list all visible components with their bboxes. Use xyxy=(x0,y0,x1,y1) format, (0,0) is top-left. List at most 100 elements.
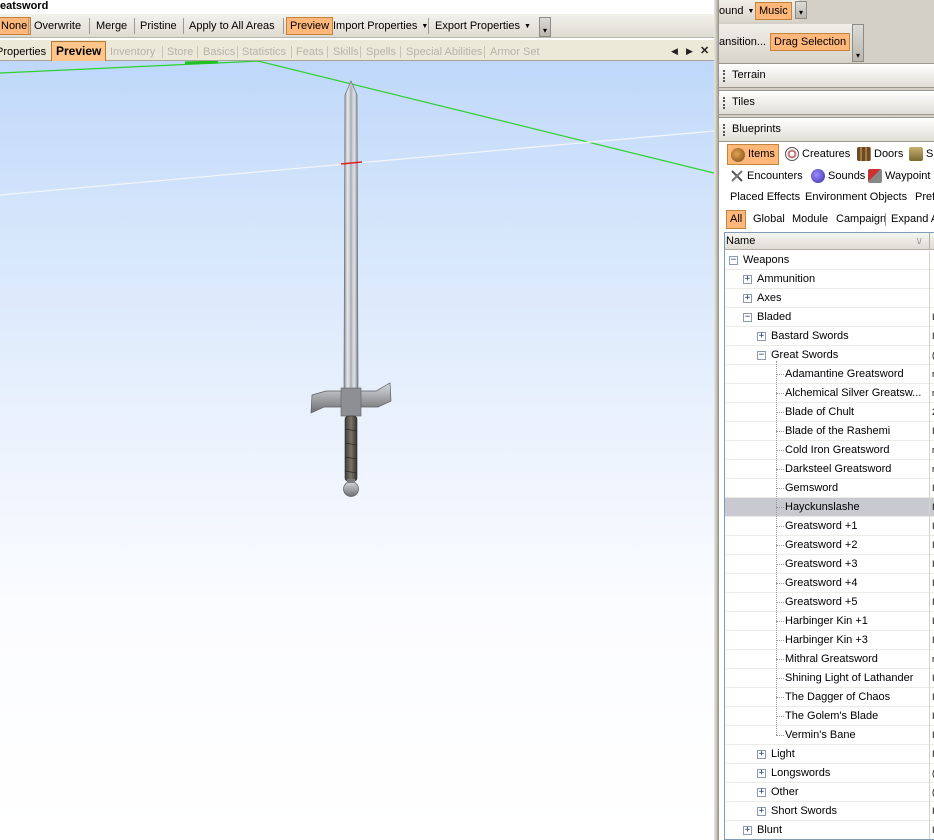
none-button[interactable]: None xyxy=(0,17,32,35)
su-blueprint-button[interactable]: SU xyxy=(906,144,934,165)
tab-store[interactable]: Store xyxy=(167,43,193,61)
tree-row[interactable]: +Short SwordsI xyxy=(725,802,934,821)
drag-selection-button[interactable]: Drag Selection xyxy=(770,33,851,51)
transition-button[interactable]: ansition... xyxy=(719,33,769,51)
placed-effects-blueprint-button[interactable]: Placed Effects xyxy=(727,187,803,208)
merge-button[interactable]: Merge xyxy=(93,17,130,35)
tab-inventory[interactable]: Inventory xyxy=(110,43,155,61)
tab-basics[interactable]: Basics xyxy=(203,43,235,61)
tab-scroll-left-icon[interactable]: ◀ xyxy=(671,44,678,58)
encounters-blueprint-button[interactable]: Encounters xyxy=(727,166,806,187)
tree-row[interactable]: Greatsword +4I xyxy=(725,574,934,593)
terrain-section-header[interactable]: Terrain xyxy=(719,63,934,88)
filter-campaign-button[interactable]: Campaign xyxy=(833,210,889,229)
expand-all-button[interactable]: Expand A xyxy=(888,210,934,229)
tree-row[interactable]: Darksteel Greatswordr xyxy=(725,460,934,479)
column-separator xyxy=(929,688,930,707)
tab-feats[interactable]: Feats xyxy=(296,43,324,61)
tab-preview[interactable]: Preview xyxy=(51,41,107,61)
column-separator[interactable] xyxy=(929,233,930,250)
tree-row[interactable]: Greatsword +5I xyxy=(725,593,934,612)
filter-global-button[interactable]: Global xyxy=(750,210,788,229)
close-tab-icon[interactable]: ✕ xyxy=(700,44,709,58)
waypoint-blueprint-button[interactable]: Waypoint xyxy=(865,166,933,187)
tree-row[interactable]: +Longswords( xyxy=(725,764,934,783)
tree-row[interactable]: Alchemical Silver Greatsw...r xyxy=(725,384,934,403)
expand-icon[interactable]: + xyxy=(757,769,766,778)
name-column-header[interactable]: Name xyxy=(726,233,755,250)
tree-row[interactable]: −Great Swords( xyxy=(725,346,934,365)
tab-statistics[interactable]: Statistics xyxy=(242,43,286,61)
expand-icon[interactable]: + xyxy=(757,332,766,341)
filter-all-button[interactable]: All xyxy=(726,210,747,229)
tree-row[interactable]: Vermin's BaneI xyxy=(725,726,934,745)
tree-row[interactable]: Greatsword +1I xyxy=(725,517,934,536)
tree-row[interactable]: + Axes xyxy=(725,289,934,308)
tree-row[interactable]: + Ammunition xyxy=(725,270,934,289)
tree-row[interactable]: Blade of Chult2 xyxy=(725,403,934,422)
prefabs-blueprint-button[interactable]: Prefa xyxy=(912,187,934,208)
tab-skills[interactable]: Skills xyxy=(333,43,359,61)
tree-row[interactable]: GemswordI xyxy=(725,479,934,498)
tree-guide-line xyxy=(776,361,777,735)
doors-blueprint-button[interactable]: Doors xyxy=(854,144,906,165)
preview-toggle-button[interactable]: Preview xyxy=(286,17,334,35)
tree-row[interactable]: The Golem's BladeI xyxy=(725,707,934,726)
tree-row[interactable]: − Weapons xyxy=(725,251,934,270)
sound-dropdown[interactable]: ound ▼ xyxy=(719,2,757,20)
sort-icon: \/ xyxy=(917,237,922,246)
tab-scroll-right-icon[interactable]: ▶ xyxy=(686,44,693,58)
tab-properties[interactable]: Properties xyxy=(0,43,46,61)
tree-row[interactable]: Cold Iron Greatswordr xyxy=(725,441,934,460)
tree-row[interactable]: Adamantine Greatswordr xyxy=(725,365,934,384)
tab-armor-set[interactable]: Armor Set xyxy=(490,43,540,61)
import-properties-dropdown[interactable]: Import Properties ▼ xyxy=(330,17,431,35)
tree-row[interactable]: +Bastard SwordsI xyxy=(725,327,934,346)
filter-module-button[interactable]: Module xyxy=(789,210,831,229)
tree-row[interactable]: Blade of the RashemiI xyxy=(725,422,934,441)
tab-special-abilities[interactable]: Special Abilities xyxy=(406,43,482,61)
pristine-button[interactable]: Pristine xyxy=(137,17,180,35)
tree-row[interactable]: Mithral Greatswordr xyxy=(725,650,934,669)
expand-icon[interactable]: + xyxy=(757,750,766,759)
toolbar-overflow-button[interactable]: ▾ xyxy=(852,24,864,62)
creatures-blueprint-button[interactable]: Creatures xyxy=(782,144,853,165)
tree-row[interactable]: +Other( xyxy=(725,783,934,802)
export-properties-dropdown[interactable]: Export Properties ▼ xyxy=(432,17,534,35)
environment-objects-blueprint-button[interactable]: Environment Objects xyxy=(802,187,910,208)
items-blueprint-button[interactable]: Items xyxy=(727,144,779,165)
blueprints-section-header[interactable]: Blueprints xyxy=(719,117,934,142)
tree-row[interactable]: Harbinger Kin +3I xyxy=(725,631,934,650)
tree-row[interactable]: +BluntI xyxy=(725,821,934,839)
collapse-icon[interactable]: − xyxy=(743,313,752,322)
tree-row[interactable]: Shining Light of LathanderI xyxy=(725,669,934,688)
item-editor-pane: eatsword None Overwrite Merge Pristine A… xyxy=(0,0,714,840)
tab-spells[interactable]: Spells xyxy=(366,43,396,61)
tree-row[interactable]: +LightI xyxy=(725,745,934,764)
collapse-icon[interactable]: − xyxy=(757,351,766,360)
tree-row[interactable]: HayckunslasheI xyxy=(725,498,934,517)
chevron-down-icon: ▼ xyxy=(523,23,531,30)
toolbar-overflow-button[interactable]: ▾ xyxy=(539,17,551,37)
expand-icon[interactable]: + xyxy=(743,294,752,303)
collapse-icon[interactable]: − xyxy=(729,256,738,265)
tree-row[interactable]: The Dagger of ChaosI xyxy=(725,688,934,707)
sounds-blueprint-button[interactable]: Sounds xyxy=(808,166,868,187)
expand-icon[interactable]: + xyxy=(743,275,752,284)
music-button[interactable]: Music xyxy=(755,2,792,20)
tiles-section-header[interactable]: Tiles xyxy=(719,90,934,115)
tree-row[interactable]: −BladedI xyxy=(725,308,934,327)
tree-row[interactable]: Greatsword +2I xyxy=(725,536,934,555)
expand-icon[interactable]: + xyxy=(757,807,766,816)
tree-row-label: The Golem's Blade xyxy=(785,710,879,722)
tree-row[interactable]: Greatsword +3I xyxy=(725,555,934,574)
expand-icon[interactable]: + xyxy=(743,826,752,835)
toolbar-overflow-button[interactable]: ▾ xyxy=(795,1,807,19)
blueprint-tree[interactable]: Name \/ −Weapons+Ammunition+Axes−BladedI… xyxy=(724,232,934,840)
tab-divider xyxy=(400,46,401,58)
tree-row[interactable]: Harbinger Kin +1I xyxy=(725,612,934,631)
preview-viewport[interactable] xyxy=(0,61,714,840)
expand-icon[interactable]: + xyxy=(757,788,766,797)
overwrite-button[interactable]: Overwrite xyxy=(31,17,84,35)
apply-to-all-areas-button[interactable]: Apply to All Areas xyxy=(186,17,278,35)
